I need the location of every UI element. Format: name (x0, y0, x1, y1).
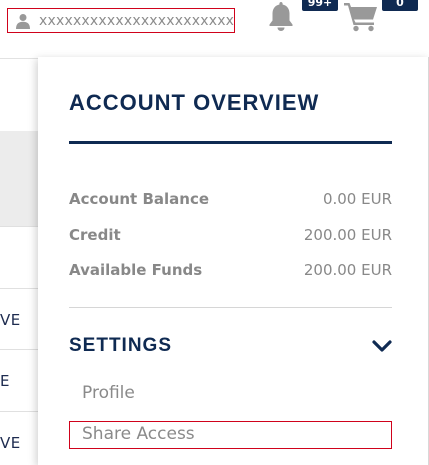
cart-button[interactable] (343, 0, 379, 32)
title-underline (69, 141, 392, 144)
background-row-text: VE (0, 434, 21, 452)
stat-value: 200.00 EUR (303, 261, 392, 279)
settings-toggle[interactable]: SETTINGS (69, 333, 392, 359)
credit-row: Credit 200.00 EUR (69, 226, 392, 244)
chevron-down-icon (372, 340, 392, 352)
cart-icon (344, 3, 377, 32)
account-balance-row: Account Balance 0.00 EUR (69, 190, 392, 208)
section-divider (69, 307, 392, 308)
notifications-button[interactable] (264, 0, 298, 32)
background-table-header (0, 131, 40, 227)
user-icon (15, 13, 31, 29)
user-account-button[interactable]: xxxxxxxxxxxxxxxxxxxxxxxxxx (7, 8, 235, 33)
top-header: xxxxxxxxxxxxxxxxxxxxxxxxxx 99+ 0 (0, 0, 429, 58)
background-row-text: VE (0, 311, 21, 329)
panel-title: ACCOUNT OVERVIEW (69, 90, 320, 115)
background-row-divider (0, 349, 40, 350)
stat-value: 200.00 EUR (303, 226, 392, 244)
available-funds-row: Available Funds 200.00 EUR (69, 261, 392, 279)
background-row-text: E (0, 372, 10, 390)
stat-label: Available Funds (69, 261, 203, 279)
background-row-divider (0, 288, 40, 289)
stat-label: Credit (69, 226, 121, 244)
settings-label: SETTINGS (69, 335, 173, 356)
background-row-divider (0, 411, 40, 412)
stat-label: Account Balance (69, 190, 210, 208)
stat-value: 0.00 EUR (322, 190, 392, 208)
user-name: xxxxxxxxxxxxxxxxxxxxxxxxxx (39, 12, 235, 29)
profile-link[interactable]: Profile (82, 383, 135, 403)
account-overview-dropdown: ACCOUNT OVERVIEW Account Balance 0.00 EU… (38, 57, 429, 465)
background-row-divider (0, 226, 40, 227)
bell-icon (269, 2, 293, 31)
cart-badge: 0 (382, 0, 418, 11)
notifications-badge: 99+ (302, 0, 338, 11)
share-access-link[interactable]: Share Access (82, 424, 195, 444)
